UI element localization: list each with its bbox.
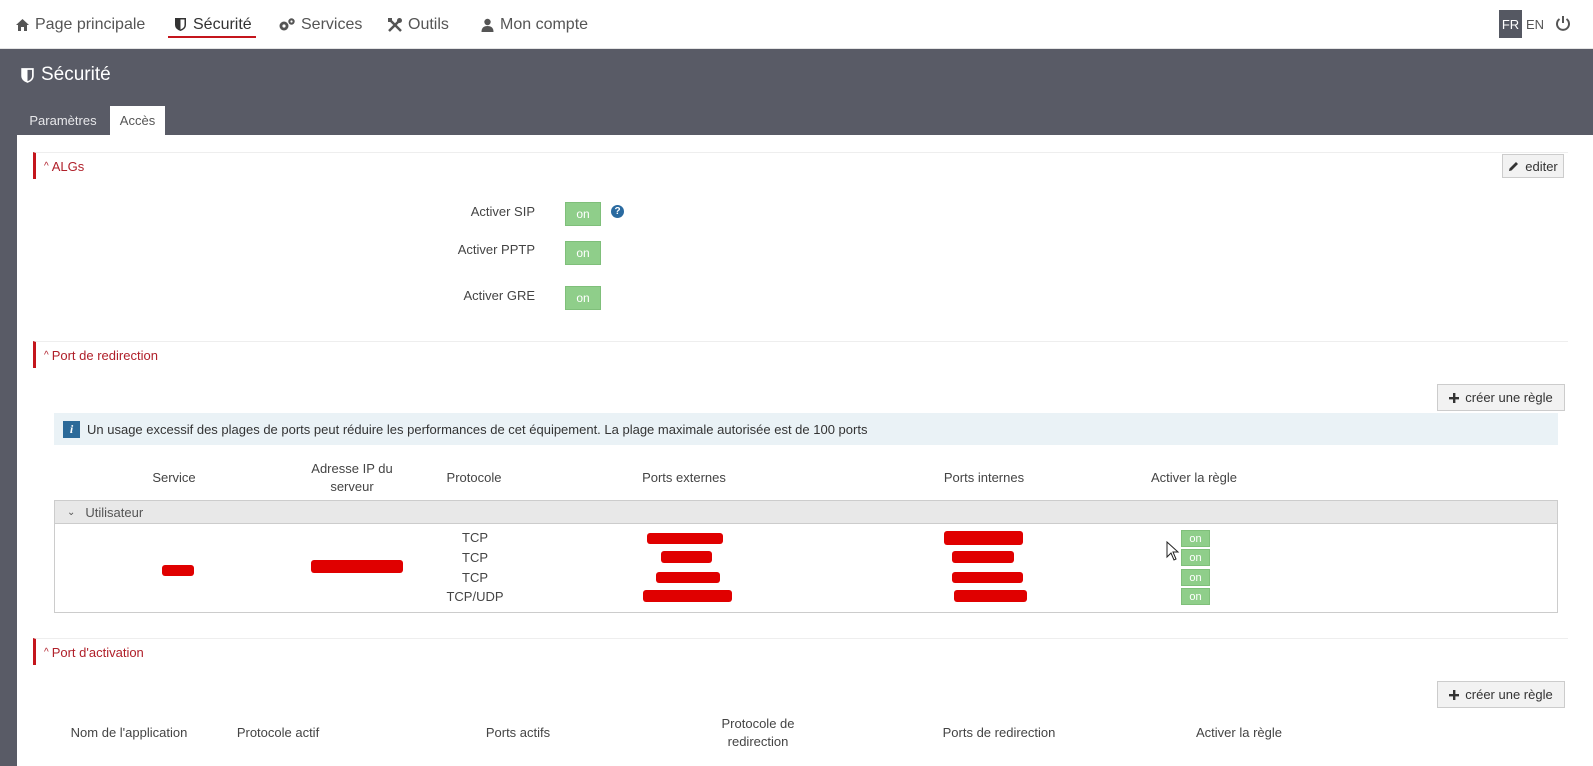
shield-icon xyxy=(20,67,35,84)
shield-icon xyxy=(172,17,188,33)
column-header-active-ports: Ports actifs xyxy=(485,725,551,740)
column-header-redirect-ports: Ports de redirection xyxy=(942,725,1056,740)
chevron-up-icon: ^ xyxy=(44,646,49,658)
info-banner-text: Un usage excessif des plages de ports pe… xyxy=(87,421,868,437)
edit-button-label: editer xyxy=(1525,158,1558,174)
nav-item-tools[interactable]: Outils xyxy=(387,0,449,49)
section-title: Port d'activation xyxy=(51,644,144,660)
field-label-sip: Activer SIP xyxy=(470,204,535,219)
chevron-up-icon: ^ xyxy=(44,160,49,172)
active-underline xyxy=(168,36,256,38)
nav-item-account[interactable]: Mon compte xyxy=(479,0,588,49)
group-label: Utilisateur xyxy=(85,504,144,520)
cell-protocol: TCP xyxy=(462,570,488,585)
section-title: Port de redirection xyxy=(51,347,158,363)
cell-protocol: TCP/UDP xyxy=(446,589,504,604)
toggle-rule[interactable]: on xyxy=(1181,588,1210,605)
create-rule-label: créer une règle xyxy=(1465,687,1553,702)
toggle-rule[interactable]: on xyxy=(1181,549,1210,566)
redacted-internal-port xyxy=(954,590,1027,602)
toggle-sip[interactable]: on xyxy=(565,202,601,226)
redacted-external-port xyxy=(656,572,720,583)
pencil-icon xyxy=(1508,161,1519,172)
column-header-app-name: Nom de l'application xyxy=(70,725,188,740)
nav-item-label: Page principale xyxy=(35,15,146,33)
mouse-cursor-icon xyxy=(1166,540,1180,566)
redacted-internal-port xyxy=(944,531,1023,545)
cell-protocol: TCP xyxy=(462,530,488,545)
redacted-server-ip xyxy=(311,560,403,573)
redacted-external-port xyxy=(647,533,723,544)
chevron-up-icon: ^ xyxy=(44,349,49,361)
nav-item-label: Sécurité xyxy=(193,15,252,33)
language-en[interactable]: EN xyxy=(1523,10,1547,38)
language-fr[interactable]: FR xyxy=(1499,10,1522,38)
page-title: Sécurité xyxy=(20,62,111,88)
nav-item-label: Outils xyxy=(408,15,449,33)
redacted-external-port xyxy=(643,590,732,602)
section-title: ALGs xyxy=(51,158,85,174)
group-row-utilisateur[interactable]: ⌄ Utilisateur xyxy=(54,500,1558,524)
column-header-server-ip: Adresse IP du serveur xyxy=(311,461,393,494)
rules-table: TCP on TCP on TCP on TCP/UDP on xyxy=(54,524,1558,613)
redacted-internal-port xyxy=(952,551,1014,563)
section-port-trigger-header[interactable]: ^ Port d'activation xyxy=(33,638,1568,665)
chevron-down-icon: ⌄ xyxy=(67,506,76,518)
toggle-gre[interactable]: on xyxy=(565,286,601,310)
column-header-enable-rule: Activer la règle xyxy=(1151,470,1237,485)
field-label-gre: Activer GRE xyxy=(463,288,535,303)
tools-icon xyxy=(387,17,403,33)
page-title-text: Sécurité xyxy=(41,64,111,85)
column-header-external-ports: Ports externes xyxy=(642,470,726,485)
info-banner: i Un usage excessif des plages de ports … xyxy=(54,413,1558,445)
column-header-service: Service xyxy=(152,470,196,485)
gears-icon xyxy=(278,17,296,33)
edit-button[interactable]: editer xyxy=(1502,154,1564,178)
nav-item-security[interactable]: Sécurité xyxy=(168,0,256,49)
power-icon[interactable] xyxy=(1555,14,1571,34)
field-label-pptp: Activer PPTP xyxy=(457,242,535,257)
create-rule-button[interactable]: créer une règle xyxy=(1437,384,1565,411)
column-header-internal-ports: Ports internes xyxy=(943,470,1025,485)
create-rule-label: créer une règle xyxy=(1465,390,1553,405)
column-header-redirect-protocol: Protocole de redirection xyxy=(721,716,795,749)
nav-item-home[interactable]: Page principale xyxy=(14,0,145,49)
redacted-service xyxy=(162,565,194,576)
toggle-pptp[interactable]: on xyxy=(565,241,601,265)
plus-icon xyxy=(1449,392,1460,403)
nav-item-services[interactable]: Services xyxy=(278,0,362,49)
redacted-internal-port xyxy=(952,572,1023,583)
nav-item-label: Mon compte xyxy=(500,15,589,33)
column-header-enable-rule: Activer la règle xyxy=(1196,725,1282,740)
info-icon: i xyxy=(63,420,80,438)
column-header-active-protocol: Protocole actif xyxy=(236,725,320,740)
redacted-external-port xyxy=(661,551,712,563)
tab-parametres[interactable]: Paramètres xyxy=(18,106,108,135)
toggle-rule[interactable]: on xyxy=(1181,569,1210,586)
help-icon[interactable]: ? xyxy=(611,205,624,218)
content-panel: ^ ALGs editer Activer SIP on ? Activer P… xyxy=(17,135,1593,766)
section-algs-header[interactable]: ^ ALGs xyxy=(33,152,1568,179)
cell-protocol: TCP xyxy=(462,550,488,565)
column-header-protocol: Protocole xyxy=(446,470,502,485)
home-icon xyxy=(14,17,30,33)
top-navigation: Page principale Sécurité Services Outils… xyxy=(0,0,1593,49)
section-port-forward-header[interactable]: ^ Port de redirection xyxy=(33,341,1568,368)
create-rule-button[interactable]: créer une règle xyxy=(1437,681,1565,708)
nav-item-label: Services xyxy=(301,15,363,33)
tab-acces[interactable]: Accès xyxy=(110,106,165,135)
user-icon xyxy=(479,17,495,33)
toggle-rule[interactable]: on xyxy=(1181,530,1210,547)
plus-icon xyxy=(1449,689,1460,700)
